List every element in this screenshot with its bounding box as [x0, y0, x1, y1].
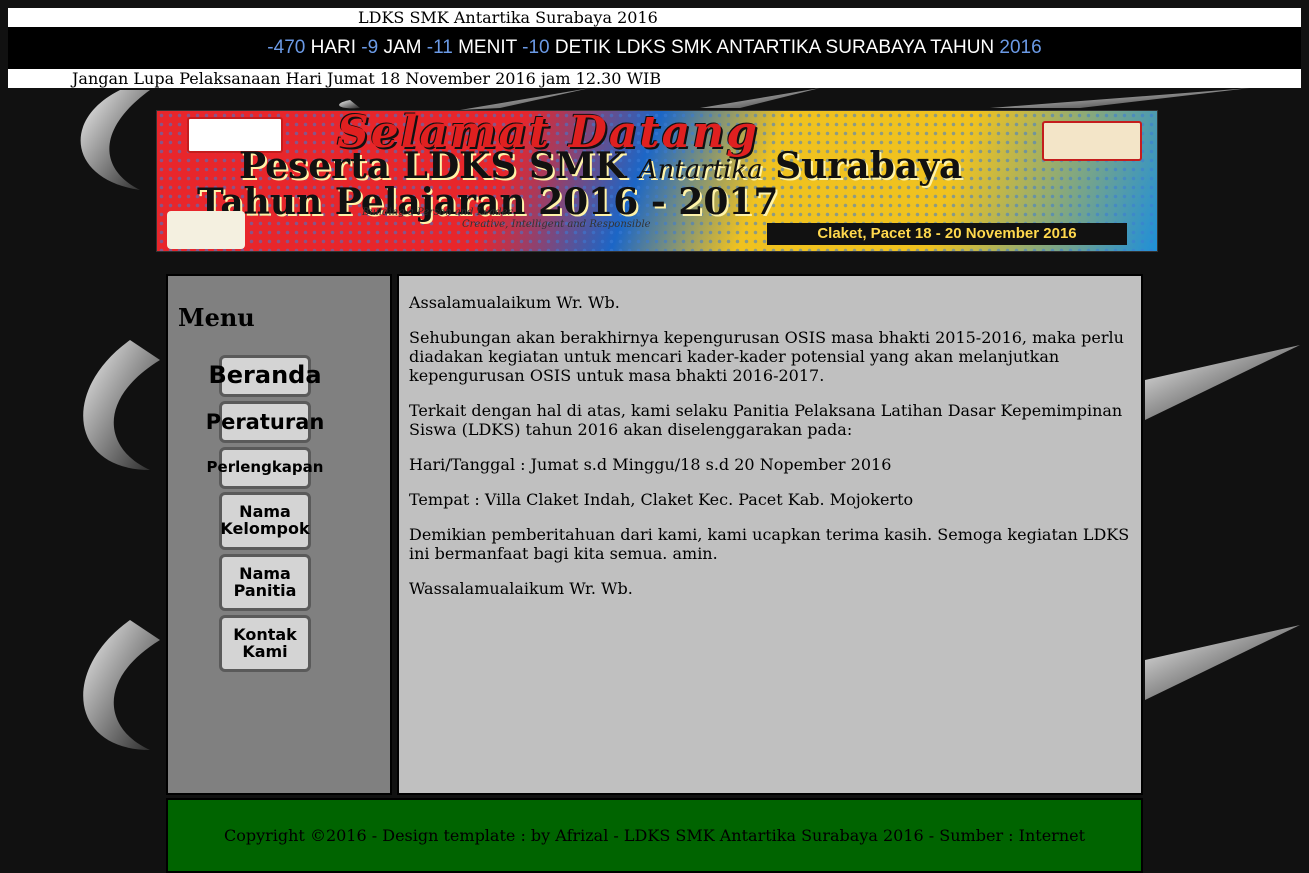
content-paragraph: Terkait dengan hal di atas, kami selaku … [409, 401, 1123, 439]
swoosh-left-top [80, 90, 150, 190]
site-title: LDKS SMK Antartika Surabaya 2016 [358, 8, 658, 27]
content-paragraph: Demikian pemberitahuan dari kami, kami u… [409, 525, 1130, 563]
menu-button-peraturan[interactable]: Peraturan [206, 401, 324, 443]
school-logo-right [1042, 121, 1142, 161]
countdown-days-label: HARI [310, 37, 357, 58]
countdown-year: 2016 [999, 37, 1042, 58]
menu-heading: Menu [178, 303, 255, 332]
menu-button-label: Peraturan [205, 409, 325, 434]
menu-button-label: Perlengkapan [206, 458, 324, 477]
announcement-text: Jangan Lupa Pelaksanaan Hari Jumat 18 No… [72, 69, 662, 88]
content-paragraph: Tempat : Villa Claket Indah, Claket Kec.… [409, 490, 914, 509]
content-paragraph: Sehubungan akan berakhirnya kepengurusan… [409, 328, 1124, 385]
content-paragraph: Assalamualaikum Wr. Wb. [409, 293, 620, 312]
header-banner: Selamat Datang Peserta LDKS SMK Antartik… [156, 110, 1158, 252]
main-content: Assalamualaikum Wr. Wb. Sehubungan akan … [397, 274, 1143, 795]
menu-button-label: Nama Panitia [233, 563, 297, 600]
announcement-marquee: Jangan Lupa Pelaksanaan Hari Jumat 18 No… [8, 69, 1301, 88]
countdown-hours: -9 [361, 37, 379, 58]
swoosh-left-mid [83, 340, 160, 470]
swoosh-right-bottom [1145, 625, 1300, 700]
menu-button-nama-panitia[interactable]: Nama Panitia [219, 554, 311, 611]
countdown-seconds: -10 [522, 37, 550, 58]
page-footer: Copyright ©2016 - Design template : by A… [166, 798, 1143, 873]
banner-location-date: Claket, Pacet 18 - 20 November 2016 [767, 223, 1127, 245]
swoosh-left-bottom [83, 620, 160, 750]
site-title-bar: LDKS SMK Antartika Surabaya 2016 [8, 8, 1301, 27]
menu-button-perlengkapan[interactable]: Perlengkapan [207, 447, 323, 489]
countdown-bar: -470 HARI -9 JAM -11 MENIT -10 DETIK LDK… [8, 27, 1301, 69]
countdown-days: -470 [267, 37, 306, 58]
swoosh-right-mid [1145, 345, 1300, 420]
menu-button-label: Beranda [208, 361, 322, 390]
banner-tagline-2: Creative, Intelligent and Responsible [462, 219, 651, 230]
content-paragraph: Wassalamualaikum Wr. Wb. [409, 579, 633, 598]
banner-seal-logo [167, 211, 245, 249]
footer-copyright: Copyright ©2016 - Design template : by A… [223, 826, 1086, 845]
menu-button-label: Kontak Kami [233, 624, 297, 661]
swoosh-top-row [339, 88, 1250, 110]
banner-tagline-1: Building a Person and Leader [362, 207, 513, 218]
countdown-hours-label: JAM [383, 37, 422, 58]
countdown-minutes: -11 [426, 37, 453, 58]
menu-button-label: Nama Kelompok [220, 502, 310, 538]
menu-button-nama-kelompok[interactable]: Nama Kelompok [219, 492, 311, 550]
banner-tagline: Building a Person and Leader Creative, I… [362, 207, 651, 231]
countdown-seconds-label: DETIK LDKS SMK ANTARTIKA SURABAYA TAHUN [554, 37, 995, 58]
menu-button-beranda[interactable]: Beranda [208, 355, 322, 397]
content-paragraph: Hari/Tanggal : Jumat s.d Minggu/18 s.d 2… [409, 455, 892, 474]
menu-button-kontak-kami[interactable]: Kontak Kami [219, 615, 311, 672]
banner-city: Surabaya [775, 145, 963, 187]
countdown-minutes-label: MENIT [458, 37, 517, 58]
sidebar-menu: Menu Beranda Peraturan Perlengkapan Nama… [166, 274, 392, 795]
